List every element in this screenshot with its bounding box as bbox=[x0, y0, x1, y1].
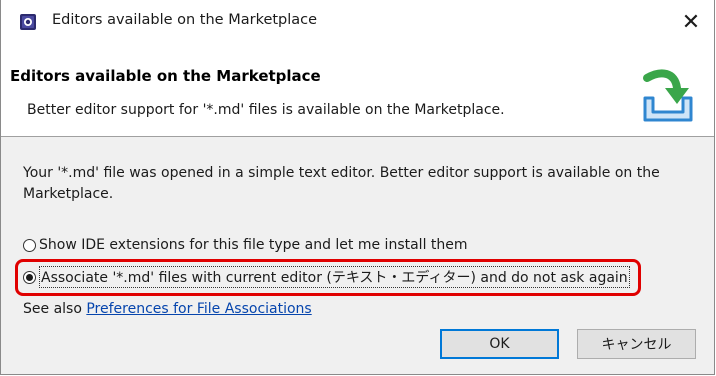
banner-title: Editors available on the Marketplace bbox=[10, 67, 321, 85]
dialog-window: Editors available on the Marketplace ✕ E… bbox=[0, 0, 715, 375]
download-to-tray-icon bbox=[643, 69, 693, 122]
ok-button[interactable]: OK bbox=[440, 329, 559, 359]
title-bar: Editors available on the Marketplace ✕ bbox=[1, 0, 714, 44]
app-icon bbox=[20, 14, 36, 30]
banner-description: Better editor support for '*.md' files i… bbox=[27, 102, 505, 118]
message-text: Your '*.md' file was opened in a simple … bbox=[23, 165, 660, 202]
radio-button[interactable] bbox=[23, 238, 36, 252]
header-separator bbox=[1, 136, 714, 137]
see-also-text: See also Preferences for File Associatio… bbox=[23, 301, 312, 317]
option-label: Associate '*.md' files with current edit… bbox=[39, 266, 630, 288]
option-associate-editor[interactable]: Associate '*.md' files with current edit… bbox=[23, 266, 630, 288]
close-button[interactable]: ✕ bbox=[668, 0, 714, 44]
close-icon: ✕ bbox=[681, 9, 701, 35]
radio-button-selected[interactable] bbox=[23, 270, 36, 284]
window-title: Editors available on the Marketplace bbox=[52, 12, 318, 28]
cancel-button[interactable]: キャンセル bbox=[577, 329, 696, 359]
header-banner: Editors available on the Marketplace Bet… bbox=[1, 44, 714, 136]
option-show-extensions[interactable]: Show IDE extensions for this file type a… bbox=[23, 234, 468, 256]
file-associations-link[interactable]: Preferences for File Associations bbox=[86, 301, 311, 317]
see-also-prefix: See also bbox=[23, 301, 87, 317]
option-label: Show IDE extensions for this file type a… bbox=[39, 237, 468, 253]
